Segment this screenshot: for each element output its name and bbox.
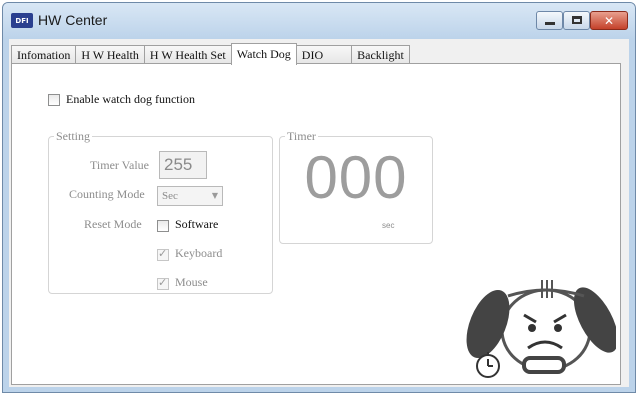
setting-group-title: Setting	[54, 129, 93, 144]
watchdog-mascot-icon	[466, 280, 616, 378]
mouse-checkbox[interactable]	[157, 276, 169, 290]
window-title: HW Center	[38, 12, 108, 28]
app-window: DFI HW Center ✕ Infomation H W Health H …	[2, 2, 636, 393]
tab-watch-dog[interactable]: Watch Dog	[230, 43, 297, 65]
software-checkbox[interactable]	[157, 220, 169, 232]
window-bottom-border	[9, 387, 629, 392]
keyboard-checkbox[interactable]	[157, 247, 169, 261]
enable-watchdog-checkbox[interactable]	[48, 94, 60, 106]
tab-hw-health[interactable]: H W Health	[75, 45, 145, 64]
reset-mode-label: Reset Mode	[84, 217, 142, 231]
timer-value-label: Timer Value	[90, 158, 150, 172]
title-bar[interactable]: DFI HW Center ✕	[3, 3, 635, 39]
tab-backlight[interactable]: Backlight	[351, 45, 410, 64]
tab-strip: Infomation H W Health H W Health Set Wat…	[11, 43, 410, 65]
close-button[interactable]: ✕	[590, 11, 628, 30]
client-area: Infomation H W Health H W Health Set Wat…	[9, 39, 629, 392]
timer-value-input[interactable]: 255	[159, 151, 207, 179]
minimize-button[interactable]	[536, 11, 563, 30]
close-icon: ✕	[603, 13, 615, 28]
software-label: Software	[175, 217, 219, 231]
watchdog-panel: Enable watch dog function Setting Timer …	[11, 63, 621, 385]
enable-watchdog-label: Enable watch dog function	[66, 92, 195, 106]
dfi-logo-icon: DFI	[11, 13, 33, 28]
counting-mode-value: Sec	[162, 190, 178, 202]
tab-dio[interactable]: DIO	[295, 45, 353, 64]
minimize-icon	[545, 22, 555, 25]
setting-group: Setting Timer Value 255 Counting Mode Se…	[48, 129, 273, 294]
mouse-label: Mouse	[175, 275, 208, 289]
chevron-down-icon: ▼	[211, 191, 218, 200]
counting-mode-label: Counting Mode	[69, 187, 145, 201]
timer-group-title: Timer	[285, 129, 318, 144]
keyboard-label: Keyboard	[175, 246, 223, 260]
counting-mode-select[interactable]: Sec ▼	[157, 186, 223, 206]
maximize-button[interactable]	[563, 11, 590, 30]
tab-hw-health-set[interactable]: H W Health Set	[143, 45, 232, 64]
maximize-icon	[572, 16, 582, 24]
timer-display: 000	[304, 144, 408, 211]
timer-unit-label: sec	[382, 221, 395, 230]
tab-information[interactable]: Infomation	[11, 45, 77, 64]
timer-group: Timer 000 sec	[279, 129, 433, 244]
